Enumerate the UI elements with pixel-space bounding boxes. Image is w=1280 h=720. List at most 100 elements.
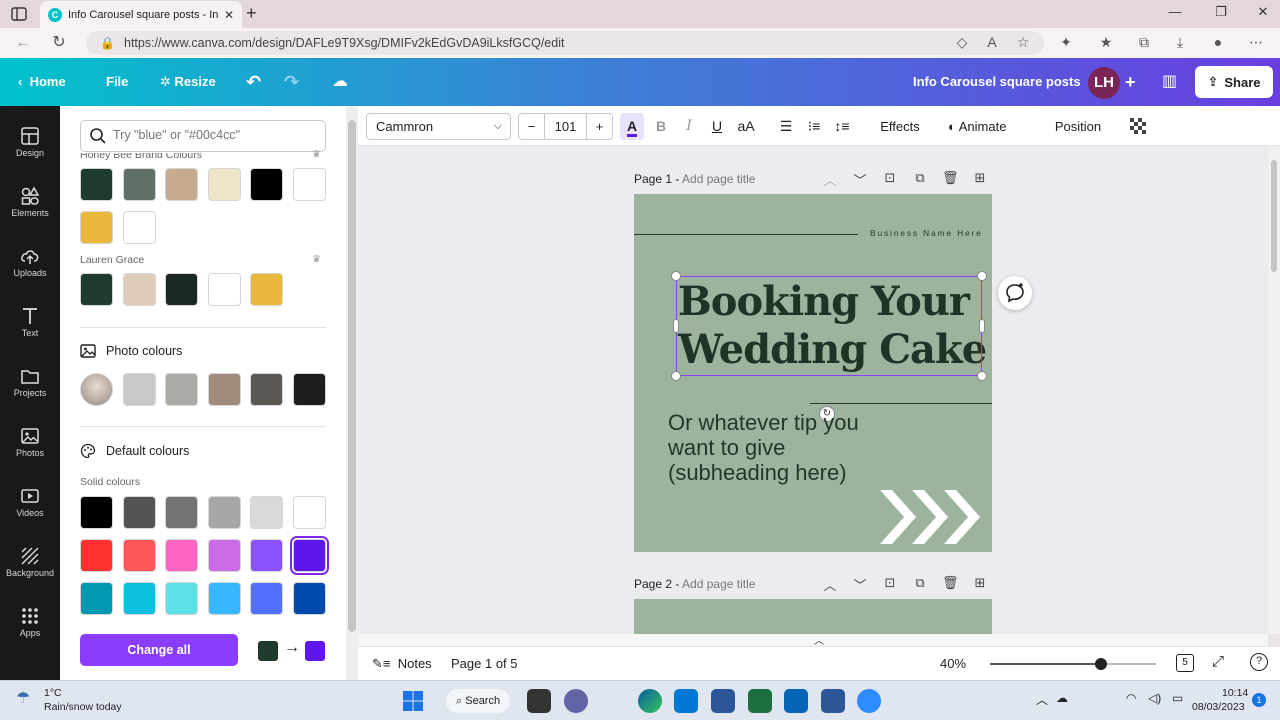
colour-swatch[interactable]	[207, 496, 241, 529]
rail-item-videos[interactable]: Videos	[0, 478, 60, 534]
colour-swatch[interactable]	[80, 539, 113, 572]
color-search-box[interactable]	[80, 120, 326, 152]
designer-icon[interactable]	[711, 689, 735, 713]
grid-view-button[interactable]: 5	[1176, 654, 1194, 672]
extension-icon[interactable]: ◇	[952, 34, 972, 51]
comment-button[interactable]	[998, 276, 1032, 310]
resize-handle-top-left[interactable]	[671, 271, 681, 281]
cloud-icon[interactable]: ☁	[1056, 691, 1068, 705]
url-field[interactable]: 🔒 https://www.canva.com/design/DAFLe9T9X…	[86, 31, 1044, 55]
duplicate-icon[interactable]: ⧉	[912, 575, 928, 591]
colour-swatch[interactable]	[292, 582, 326, 615]
colour-swatch[interactable]	[122, 273, 156, 306]
colour-swatch[interactable]	[122, 496, 156, 529]
rail-item-photos[interactable]: Photos	[0, 418, 60, 474]
add-page-icon[interactable]: ⊞	[972, 170, 988, 186]
resize-button[interactable]: ✲ Resize	[160, 58, 216, 106]
canvas-area[interactable]: Page 1 - Add page title ︿ ﹀ ⊡ ⧉ 🗑 ⊞ Busi…	[358, 146, 1268, 634]
favorites-bar-icon[interactable]: ★	[1096, 34, 1116, 51]
store-icon[interactable]	[674, 689, 698, 713]
more-icon[interactable]: ⋯	[1246, 34, 1266, 51]
back-icon[interactable]: ←	[12, 33, 34, 53]
colour-swatch[interactable]	[80, 496, 113, 529]
rail-item-projects[interactable]: Projects	[0, 358, 60, 414]
colour-swatch[interactable]	[122, 211, 156, 244]
add-collaborator-icon[interactable]: +	[1125, 58, 1136, 106]
colour-swatch[interactable]	[292, 168, 326, 201]
colour-swatch[interactable]	[122, 168, 156, 201]
rail-item-design[interactable]: Design	[0, 118, 60, 174]
font-dropdown[interactable]: Cammron ⌵	[366, 113, 511, 140]
notification-badge[interactable]: 1	[1252, 693, 1266, 707]
colour-swatch[interactable]	[165, 582, 198, 615]
chevron-up-icon[interactable]: ︿	[822, 575, 838, 594]
undo-icon[interactable]: ↶	[246, 58, 261, 106]
colour-swatch[interactable]	[207, 539, 241, 572]
profile-icon[interactable]: ●	[1208, 34, 1228, 50]
font-size-stepper[interactable]: − 101 +	[518, 113, 613, 140]
colour-swatch[interactable]	[250, 539, 283, 572]
list-icon[interactable]: ⁝≡	[804, 113, 824, 140]
chevrons-arrow-icon[interactable]	[880, 490, 982, 544]
resize-handle-right[interactable]	[979, 319, 985, 333]
new-tab-icon[interactable]: +	[246, 3, 257, 24]
redo-icon[interactable]: ↷	[284, 58, 299, 106]
clock-time[interactable]: 10:14	[1222, 687, 1248, 699]
read-aloud-icon[interactable]: A	[982, 34, 1002, 50]
duplicate-icon[interactable]: ⧉	[912, 170, 928, 186]
weather-icon[interactable]: ☂	[16, 688, 30, 708]
transparency-icon[interactable]	[1128, 113, 1148, 140]
resize-handle-bottom-right[interactable]	[977, 371, 987, 381]
colour-swatch[interactable]	[80, 582, 113, 615]
chevron-down-icon[interactable]: ﹀	[852, 170, 868, 189]
volume-icon[interactable]: ◁)	[1148, 691, 1161, 705]
word-icon[interactable]	[821, 689, 845, 713]
taskbar-search-button[interactable]: ⌕ Search	[446, 689, 511, 713]
underline-button[interactable]: U	[708, 113, 726, 140]
trash-icon[interactable]: 🗑	[942, 170, 959, 186]
colour-swatch[interactable]	[207, 273, 241, 306]
colour-swatch[interactable]	[207, 582, 241, 615]
photo-thumbnail[interactable]	[80, 373, 113, 406]
insights-icon[interactable]: ▥	[1162, 58, 1177, 106]
help-icon[interactable]: ?	[1250, 653, 1268, 671]
effects-button[interactable]: Effects	[878, 113, 922, 140]
rail-item-uploads[interactable]: Uploads	[0, 238, 60, 294]
chevron-up-icon[interactable]: ︿	[822, 170, 838, 189]
bold-button[interactable]: B	[652, 113, 670, 140]
browser-tab[interactable]: C Info Carousel square posts - Inst ✕	[40, 1, 242, 28]
zoom-slider-knob[interactable]	[1095, 658, 1107, 670]
colour-swatch[interactable]	[250, 273, 283, 306]
page-indicator[interactable]: Page 1 of 5	[451, 656, 518, 671]
maximize-icon[interactable]: ❐	[1206, 4, 1236, 20]
colour-swatch[interactable]	[207, 168, 241, 201]
collections-icon[interactable]: ⧉	[1134, 34, 1154, 51]
colour-swatch[interactable]	[250, 582, 283, 615]
minimize-icon[interactable]: —	[1160, 4, 1190, 19]
colour-swatch[interactable]	[292, 496, 326, 529]
rail-item-text[interactable]: Text	[0, 298, 60, 354]
colour-swatch[interactable]	[250, 373, 283, 406]
close-window-icon[interactable]: ✕	[1248, 4, 1278, 20]
colour-swatch[interactable]	[122, 539, 156, 572]
colour-swatch[interactable]	[80, 211, 113, 244]
panel-scrollbar-thumb[interactable]	[348, 120, 356, 632]
colour-swatch[interactable]	[122, 582, 156, 615]
scroll-up-chevron-icon[interactable]: ︿	[814, 632, 824, 647]
decrease-size-button[interactable]: −	[519, 114, 545, 139]
colour-swatch[interactable]	[250, 168, 283, 201]
rail-item-apps[interactable]: Apps	[0, 598, 60, 654]
text-color-button[interactable]: A	[620, 113, 644, 140]
browser-sidebar-icon[interactable]	[10, 5, 28, 23]
position-button[interactable]: Position	[1052, 113, 1104, 140]
puzzle-icon[interactable]: ✦	[1056, 34, 1076, 51]
notes-button[interactable]: ✎≡ Notes	[372, 656, 432, 672]
align-left-icon[interactable]: ☰	[776, 113, 796, 140]
page-1[interactable]: Business Name Here Booking Your Wedding …	[634, 194, 992, 552]
resize-handle-left[interactable]	[673, 319, 679, 333]
resize-handle-top-right[interactable]	[977, 271, 987, 281]
colour-swatch[interactable]	[122, 373, 156, 406]
change-all-button[interactable]: Change all	[80, 634, 238, 666]
avatar[interactable]: LH	[1088, 67, 1120, 99]
increase-size-button[interactable]: +	[586, 114, 612, 139]
